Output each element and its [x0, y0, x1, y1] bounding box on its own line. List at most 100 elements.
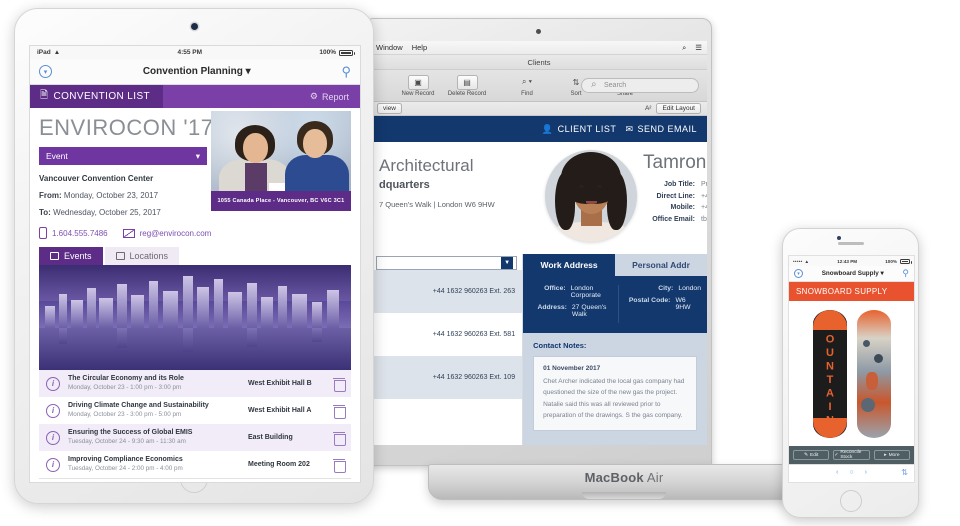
record-indicator[interactable]: ○	[849, 469, 853, 476]
sort-button[interactable]: ⇅	[334, 483, 345, 484]
table-row[interactable]: +44 1632 960263 Ext. 109	[371, 356, 523, 399]
client-hero: Architectural dquarters 7 Queen's Walk |…	[371, 142, 707, 254]
toolbar-find[interactable]: ⌕ ▾ Find	[506, 75, 548, 97]
event-location: Meeting Room 202	[248, 461, 310, 468]
fm-toolbar: ▣ New Record ▤ Delete Record ⌕ ▾ Find ⇅ …	[371, 70, 707, 102]
building	[163, 291, 178, 328]
info-icon[interactable]: i	[46, 430, 60, 445]
avatar-mouth	[586, 201, 597, 204]
list-item[interactable]: i Ensuring the Success of Global EMIS Tu…	[39, 424, 351, 451]
edit-label: Edit	[810, 452, 819, 458]
table-row[interactable]: +44 1632 960263 Ext. 263	[371, 270, 523, 313]
trash-icon[interactable]	[333, 377, 346, 392]
avatar	[545, 150, 637, 242]
event-type-select[interactable]: Event ▾	[39, 147, 207, 165]
field-value: London	[678, 285, 701, 292]
trash-icon[interactable]	[333, 458, 346, 473]
search-icon[interactable]: ⚲	[902, 268, 909, 279]
table-row[interactable]: +44 1632 960263 Ext. 581	[371, 313, 523, 356]
graphic-board[interactable]	[856, 309, 891, 438]
event-contact-row: 1.604.555.7486 reg@envirocon.com	[39, 227, 351, 239]
page-title: Snowboard Supply ▾	[803, 270, 902, 277]
more-button[interactable]: ▸ More	[873, 450, 910, 460]
toolbar-new-record-label: New Record	[401, 90, 435, 97]
iphone-screen: ••••• ▲ 12:43 PM 100% ▾ Snowboard Supply…	[788, 255, 915, 483]
event-email-value: reg@envirocon.com	[139, 228, 212, 238]
sort-button[interactable]: ⇅	[901, 468, 908, 477]
chevron-down-icon[interactable]: ▾	[246, 66, 251, 77]
list-item[interactable]: i The Circular Economy and its Role Mond…	[39, 370, 351, 397]
avatar-eye-right	[597, 185, 602, 188]
report-button[interactable]: ⚙ Report	[310, 91, 360, 102]
menu-window[interactable]: Window	[376, 43, 403, 52]
more-label: More	[888, 452, 900, 458]
tab-personal-address[interactable]: Personal Addr	[615, 254, 707, 276]
remove-button[interactable]: –	[311, 483, 318, 484]
board-graphic-dot	[860, 397, 875, 412]
calendar-icon	[50, 252, 59, 260]
reflection	[247, 328, 257, 347]
menubar-search-icon[interactable]: ⌕	[682, 43, 686, 53]
chevron-down-circle-icon[interactable]: ▾	[39, 65, 52, 78]
search-input[interactable]: Search	[581, 78, 699, 93]
phone-value: +44 1632 960263 Ext. 581	[432, 331, 516, 338]
client-list-button[interactable]: 👤 CLIENT LIST	[542, 124, 617, 135]
address-col-right: City: London Postal Code: W6 9HW	[618, 285, 707, 323]
tab-locations[interactable]: Locations	[104, 247, 180, 265]
event-email[interactable]: reg@envirocon.com	[122, 228, 212, 238]
list-item[interactable]: i Driving Climate Change and Sustainabil…	[39, 397, 351, 424]
building	[292, 294, 307, 328]
mountain-board[interactable]: MOUNTAIN	[812, 309, 847, 438]
event-phone[interactable]: 1.604.555.7486	[39, 227, 108, 239]
iphone-speaker	[837, 242, 864, 245]
send-email-button[interactable]: ✉ SEND EMAIL	[625, 124, 697, 135]
menubar-list-icon[interactable]: ☰	[695, 43, 702, 52]
ipad-device: iPad ▲ 4:55 PM 100% ▾ Convention Plannin…	[14, 8, 374, 504]
building	[327, 290, 339, 328]
list-item[interactable]: i Improving Compliance Economics Tuesday…	[39, 451, 351, 478]
plus-square-icon: ▣	[407, 74, 429, 90]
convention-list-tab[interactable]: 🗎 CONVENTION LIST	[30, 85, 164, 108]
building	[228, 292, 242, 328]
trash-icon[interactable]	[333, 431, 346, 446]
info-icon[interactable]: i	[46, 376, 60, 391]
add-button[interactable]: +	[287, 483, 295, 484]
font-size-icon[interactable]: A²	[645, 105, 652, 112]
toolbar-new-record[interactable]: ▣ New Record	[397, 74, 439, 97]
tab-events[interactable]: Events	[39, 247, 103, 265]
prev-record-button[interactable]: ‹	[836, 469, 838, 476]
field-label: City:	[658, 285, 674, 292]
app-banner: SNOWBOARD SUPPLY	[789, 282, 914, 301]
event-datetime: Tuesday, October 24 - 9:30 am - 11:30 am	[68, 437, 186, 445]
menu-help[interactable]: Help	[412, 43, 427, 52]
preview-button[interactable]: view	[377, 103, 403, 114]
chevron-down-icon[interactable]: ▾	[881, 270, 884, 277]
notes-box[interactable]: 01 November 2017 Chet Archer indicated t…	[533, 356, 697, 431]
tab-work-address[interactable]: Work Address	[523, 254, 616, 276]
more-circle-icon: ▸	[884, 452, 887, 458]
edit-button[interactable]: ✎ Edit	[793, 450, 830, 460]
toolbar-delete-record[interactable]: ▤ Delete Record	[446, 74, 488, 97]
client-list-label: CLIENT LIST	[557, 124, 617, 134]
info-icon[interactable]: i	[46, 403, 60, 418]
list-item-main: The Circular Economy and its Role Monday…	[68, 374, 248, 392]
building	[214, 279, 223, 328]
trash-icon[interactable]	[333, 404, 346, 419]
next-record-button[interactable]: ›	[865, 469, 867, 476]
field-value: 27 Queen's Walk	[571, 304, 607, 318]
edit-layout-button[interactable]: Edit Layout	[656, 103, 701, 114]
function-select[interactable]: ction ▼	[376, 256, 518, 270]
iphone-home-button[interactable]	[839, 490, 862, 512]
field-label: Office Email:	[652, 215, 695, 223]
search-icon[interactable]: ⚲	[341, 64, 351, 80]
board-text: MOUNTAIN	[824, 319, 836, 428]
battery-icon	[339, 49, 355, 56]
company-title: Architectural	[379, 156, 474, 175]
address-field-address: Address: 27 Queen's Walk	[529, 304, 612, 318]
chevron-down-circle-icon[interactable]: ▾	[794, 269, 803, 278]
address-field-city: City: London	[625, 285, 701, 292]
send-email-label: SEND EMAIL	[637, 124, 697, 134]
info-icon[interactable]: i	[46, 457, 60, 472]
devices-composite: Window Help ⌕ ☰ Clients ▣ New Record ▤ D…	[0, 0, 960, 526]
reconcile-stock-button[interactable]: ✓ Reconcile Stock	[833, 450, 870, 460]
